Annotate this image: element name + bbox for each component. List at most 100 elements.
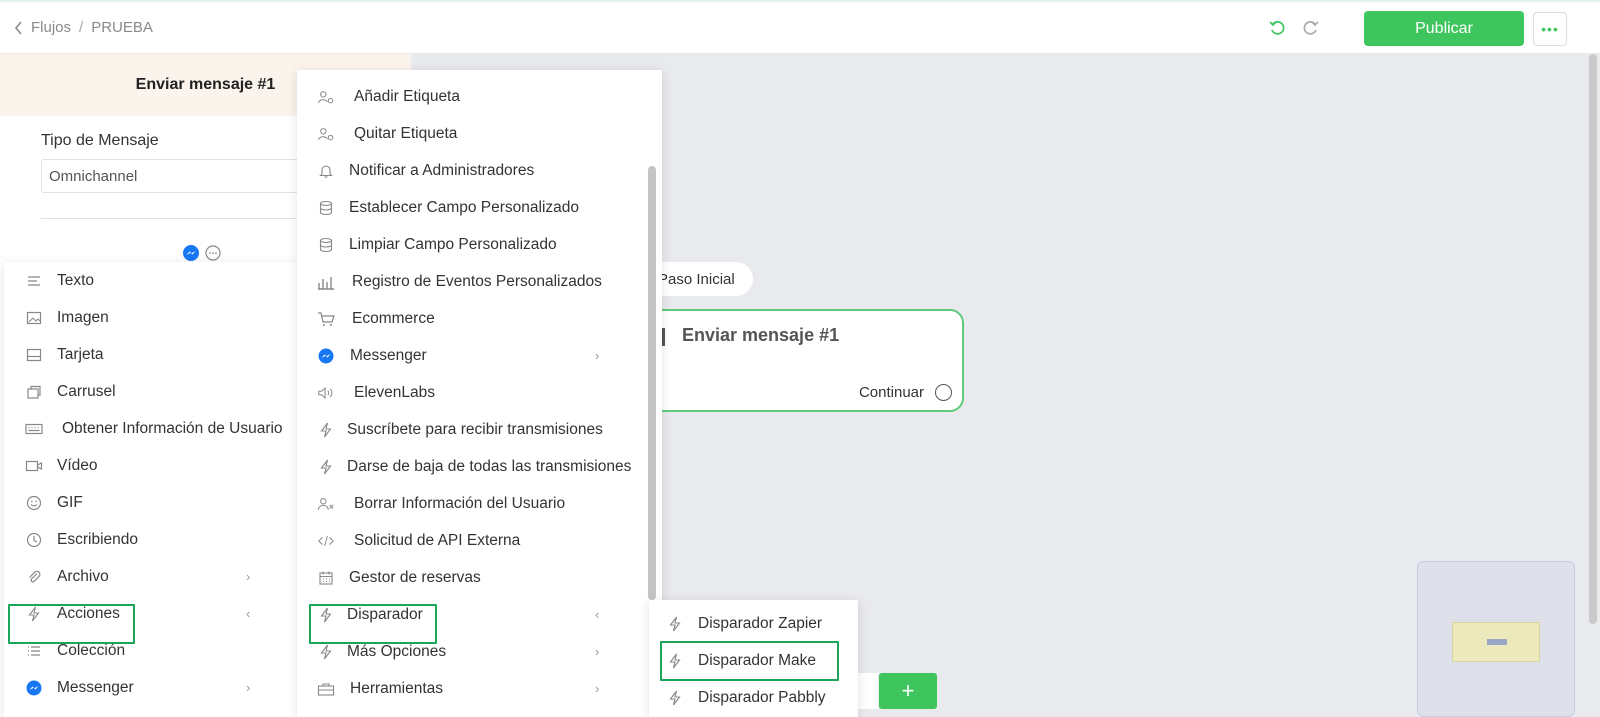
menu-item-registro-eventos[interactable]: Registro de Eventos Personalizados: [297, 263, 662, 300]
more-options-button[interactable]: •••: [1533, 12, 1567, 46]
user-tag-icon: [317, 88, 335, 106]
actions-submenu-scrollbar[interactable]: [648, 166, 656, 600]
menu-item-archivo[interactable]: Archivo ›: [4, 558, 298, 595]
bolt-icon: [317, 458, 335, 476]
publish-button[interactable]: Publicar: [1364, 11, 1524, 46]
menu-item-elevenlabs[interactable]: ElevenLabs: [297, 374, 662, 411]
menu-item-limpiar-campo[interactable]: Limpiar Campo Personalizado: [297, 226, 662, 263]
top-bar: Flujos / PRUEBA Publicar •••: [0, 0, 1600, 54]
send-message-node[interactable]: Enviar mensaje #1 Continuar: [640, 309, 964, 412]
menu-item-label: Imagen: [57, 308, 109, 326]
menu-item-gif[interactable]: GIF: [4, 484, 298, 521]
menu-item-label: Limpiar Campo Personalizado: [349, 235, 557, 253]
menu-item-solicitud-api[interactable]: Solicitud de API Externa: [297, 522, 662, 559]
speaker-icon: [317, 384, 335, 402]
minimap[interactable]: [1417, 561, 1575, 717]
menu-item-label: Quitar Etiqueta: [354, 124, 458, 142]
node-output-port[interactable]: [935, 384, 952, 401]
menu-item-quitar-etiqueta[interactable]: Quitar Etiqueta: [297, 115, 662, 152]
node-continue-label: Continuar: [858, 384, 924, 401]
message-type-select[interactable]: Omnichannel: [41, 159, 321, 193]
menu-item-suscribete[interactable]: Suscríbete para recibir transmisiones: [297, 411, 662, 448]
menu-item-label: GIF: [57, 493, 83, 511]
bell-icon: [317, 162, 335, 180]
menu-item-obtener-informacion[interactable]: Obtener Información de Usuario: [4, 410, 298, 447]
node-drag-handle[interactable]: [662, 328, 665, 346]
menu-item-label: Tarjeta: [57, 345, 104, 363]
breadcrumb: Flujos / PRUEBA: [14, 19, 153, 36]
menu-item-video[interactable]: Vídeo: [4, 447, 298, 484]
bolt-icon: [317, 643, 335, 661]
menu-item-messenger[interactable]: Messenger ›: [4, 669, 298, 706]
calendar-icon: [317, 569, 335, 587]
menu-item-imagen[interactable]: Imagen: [4, 299, 298, 336]
menu-item-label: Disparador Zapier: [698, 614, 823, 632]
undo-icon[interactable]: [1268, 18, 1288, 38]
menu-item-ecommerce[interactable]: Ecommerce: [297, 300, 662, 337]
canvas-scrollbar[interactable]: [1589, 54, 1597, 624]
menu-item-label: Gestor de reservas: [349, 568, 481, 586]
toolbox-icon: [317, 680, 335, 698]
redo-icon[interactable]: [1300, 18, 1320, 38]
breadcrumb-flows-link[interactable]: Flujos: [31, 19, 71, 36]
minimap-node: [1452, 622, 1540, 662]
menu-item-label: Disparador Pabbly: [698, 688, 826, 706]
menu-item-label: Ecommerce: [352, 309, 435, 327]
breadcrumb-current: PRUEBA: [91, 19, 153, 36]
image-icon: [25, 309, 43, 327]
menu-item-herramientas[interactable]: Herramientas ›: [297, 670, 662, 707]
menu-item-disparador-pabbly[interactable]: Disparador Pabbly: [649, 679, 858, 716]
menu-item-label: Escribiendo: [57, 530, 138, 548]
menu-item-notificar[interactable]: Notificar a Administradores: [297, 152, 662, 189]
menu-item-label: Vídeo: [57, 456, 98, 474]
text-icon: [25, 272, 43, 290]
menu-item-establecer-campo[interactable]: Establecer Campo Personalizado: [297, 189, 662, 226]
menu-item-gestor-reservas[interactable]: Gestor de reservas: [297, 559, 662, 596]
list-icon: [25, 642, 43, 660]
menu-item-label: Más Opciones: [347, 642, 447, 660]
messenger-icon[interactable]: [183, 245, 199, 261]
menu-item-darse-de-baja[interactable]: Darse de baja de todas las transmisiones: [297, 448, 662, 485]
menu-item-borrar-informacion[interactable]: Borrar Información del Usuario: [297, 485, 662, 522]
menu-item-escribiendo[interactable]: Escribiendo: [4, 521, 298, 558]
chat-bubble-icon[interactable]: [205, 245, 221, 261]
node-title: Enviar mensaje #1: [682, 325, 840, 345]
add-step-button[interactable]: +: [879, 673, 937, 709]
menu-item-label: Texto: [57, 271, 95, 289]
menu-item-label: ElevenLabs: [354, 383, 436, 401]
menu-item-texto[interactable]: Texto: [4, 262, 298, 299]
clock-icon: [25, 531, 43, 549]
message-type-label: Tipo de Mensaje: [41, 132, 159, 149]
menu-item-disparador-zapier[interactable]: Disparador Zapier: [649, 605, 858, 642]
chevron-right-icon: ›: [595, 681, 600, 696]
carousel-icon: [25, 383, 43, 401]
card-icon: [25, 346, 43, 364]
menu-item-label: Carrusel: [57, 382, 116, 400]
menu-item-messenger[interactable]: Messenger ›: [297, 337, 662, 374]
bar-chart-icon: [317, 273, 335, 291]
editor-divider: [41, 218, 321, 219]
element-menu: Texto Imagen Tarjeta Carrusel Obtener In…: [4, 262, 298, 717]
selected-disparador-highlight: [309, 604, 437, 644]
selected-acciones-highlight: [8, 604, 135, 644]
menu-item-label: Suscríbete para recibir transmisiones: [347, 420, 603, 438]
chevron-right-icon: ›: [246, 680, 251, 695]
database-icon: [317, 199, 335, 217]
menu-item-label: Establecer Campo Personalizado: [349, 198, 580, 216]
back-chevron-icon[interactable]: [14, 20, 23, 35]
menu-item-anadir-etiqueta[interactable]: Añadir Etiqueta: [297, 78, 662, 115]
menu-item-label: Borrar Información del Usuario: [354, 494, 566, 512]
cart-icon: [317, 310, 335, 328]
messenger-icon: [25, 679, 43, 697]
menu-item-tarjeta[interactable]: Tarjeta: [4, 336, 298, 373]
bolt-icon: [317, 421, 335, 439]
menu-item-label: Solicitud de API Externa: [354, 531, 521, 549]
user-remove-icon: [317, 495, 335, 513]
menu-item-carrusel[interactable]: Carrusel: [4, 373, 298, 410]
menu-item-label: Darse de baja de todas las transmisiones: [347, 457, 632, 475]
menu-item-label: Añadir Etiqueta: [354, 87, 460, 105]
bolt-icon: [666, 689, 684, 707]
gif-icon: [25, 494, 43, 512]
database-icon: [317, 236, 335, 254]
minimap-node-bar: [1487, 639, 1507, 645]
